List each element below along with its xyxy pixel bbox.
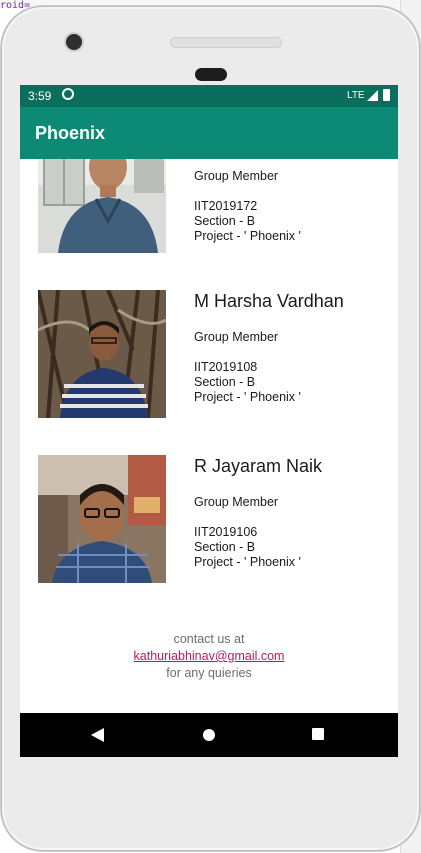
network-type: LTE [347, 90, 365, 101]
speaker-grille [170, 37, 282, 48]
member-info: M Harsha Vardhan Group Member IIT2019108… [194, 290, 344, 405]
recents-icon[interactable] [312, 728, 324, 740]
member-id: IIT2019108 [194, 360, 258, 374]
member-project: Project - ' Phoenix ' [194, 229, 301, 243]
home-icon[interactable] [203, 729, 215, 741]
contact-email-link[interactable]: kathuriabhinav@gmail.com [20, 648, 398, 665]
sync-icon [62, 88, 74, 100]
member-role: Group Member [194, 169, 279, 183]
member-info: Group Member IIT2019172 Section - B Proj… [194, 169, 301, 244]
member-photo [38, 290, 166, 418]
signal-icon [367, 90, 378, 101]
member-project: Project - ' Phoenix ' [194, 555, 301, 569]
members-list[interactable]: Group Member IIT2019172 Section - B Proj… [20, 159, 398, 713]
contact-text: contact us at [173, 632, 245, 646]
member-section: Section - B [194, 214, 256, 228]
contact-section: contact us at kathuriabhinav@gmail.com f… [20, 631, 398, 682]
member-photo [38, 159, 166, 253]
member-id: IIT2019172 [194, 199, 258, 213]
member-name: R Jayaram Naik [194, 456, 323, 476]
app-title: Phoenix [35, 123, 106, 143]
member-section: Section - B [194, 375, 256, 389]
member-info: R Jayaram Naik Group Member IIT2019106 S… [194, 455, 322, 570]
member-id: IIT2019106 [194, 525, 258, 539]
member-role: Group Member [194, 330, 279, 344]
status-bar: 3:59 LTE [20, 85, 398, 107]
earpiece [195, 68, 227, 81]
member-photo [38, 455, 166, 583]
member-project: Project - ' Phoenix ' [194, 390, 301, 404]
device-screen: 3:59 LTE Phoenix Group Member IIT2019172… [20, 85, 398, 757]
status-time: 3:59 [28, 89, 52, 103]
app-bar: Phoenix [20, 107, 398, 159]
member-name: M Harsha Vardhan [194, 291, 344, 311]
member-role: Group Member [194, 495, 279, 509]
member-section: Section - B [194, 540, 256, 554]
navigation-bar [20, 713, 398, 757]
contact-suffix-text: for any quieries [166, 666, 252, 680]
back-icon[interactable] [91, 728, 104, 742]
battery-icon [383, 89, 390, 101]
front-camera-icon [66, 34, 82, 50]
